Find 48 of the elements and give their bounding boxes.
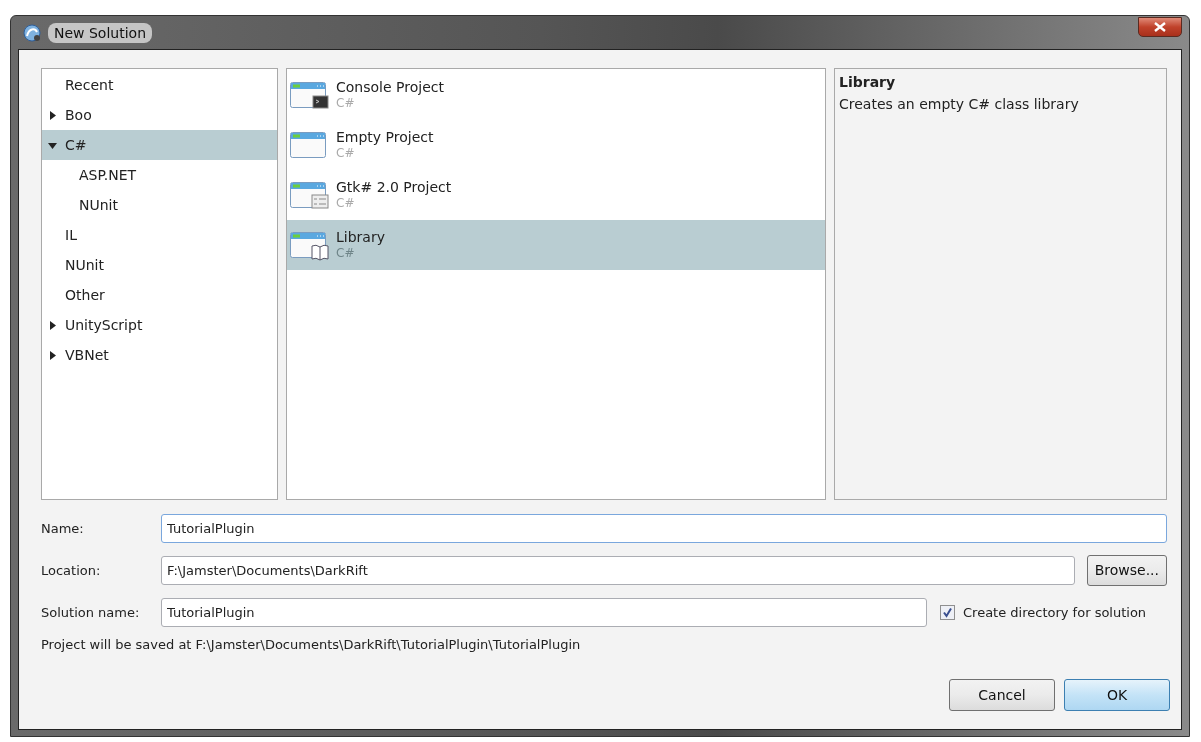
collapsed-triangle-icon[interactable] — [48, 110, 57, 120]
form-window-icon — [290, 180, 329, 211]
collapsed-triangle-icon[interactable] — [48, 350, 57, 360]
field-label: Solution name: — [41, 604, 141, 620]
template-item[interactable]: Gtk# 2.0 Project C# — [287, 170, 825, 220]
template-language: C# — [336, 96, 356, 111]
template-language: C# — [336, 246, 356, 261]
app-icon — [22, 22, 42, 43]
tree-item[interactable]: NUnit — [42, 190, 277, 220]
template-language: C# — [336, 146, 356, 161]
dialog-button[interactable]: Cancel — [949, 679, 1055, 711]
tree-item[interactable]: Other — [42, 280, 277, 310]
close-button[interactable] — [1138, 16, 1182, 37]
tree-item[interactable]: IL — [42, 220, 277, 250]
browse-button[interactable]: Browse... — [1086, 554, 1167, 586]
template-name: Empty Project — [336, 129, 434, 146]
template-item[interactable]: Console Project C# — [287, 70, 825, 120]
input-field[interactable]: F:\Jamster\Documents\DarkRift — [161, 555, 1075, 585]
blank-window-icon — [290, 130, 329, 161]
tree-item[interactable]: UnityScript — [42, 310, 277, 340]
tree-item[interactable]: ASP.NET — [42, 160, 277, 190]
create-directory-checkbox[interactable]: Create directory for solution — [940, 604, 1147, 620]
field-label: Location: — [41, 562, 102, 578]
description-title: Library — [839, 74, 897, 90]
tree-item[interactable]: C# — [42, 130, 277, 160]
tree-item[interactable]: Recent — [42, 70, 277, 100]
window-title: New Solution — [48, 22, 153, 43]
template-item[interactable]: Empty Project C# — [287, 120, 825, 170]
save-path-text: Project will be saved at F:\Jamster\Documents\DarkRift\TutorialPlugin\TutorialPlugin — [41, 637, 582, 652]
console-window-icon — [290, 80, 329, 111]
template-item[interactable]: Library C# — [287, 220, 825, 270]
collapsed-triangle-icon[interactable] — [48, 320, 57, 330]
description-text: Creates an empty C# class library — [839, 96, 1079, 112]
checkmark-icon — [942, 606, 953, 618]
expanded-triangle-icon[interactable] — [48, 140, 57, 150]
window-with-book-icon — [290, 230, 329, 261]
input-field[interactable]: TutorialPlugin — [161, 513, 1167, 543]
template-name: Gtk# 2.0 Project — [336, 179, 452, 196]
tree-item[interactable]: Boo — [42, 100, 277, 130]
tree-item[interactable]: NUnit — [42, 250, 277, 280]
input-field[interactable]: TutorialPlugin — [161, 597, 927, 627]
template-name: Console Project — [336, 79, 444, 96]
template-name: Library — [336, 229, 385, 246]
dialog-button[interactable]: OK — [1064, 679, 1170, 711]
template-language: C# — [336, 196, 356, 211]
close-icon — [1154, 21, 1166, 32]
tree-item[interactable]: VBNet — [42, 340, 277, 370]
field-label: Name: — [41, 520, 85, 536]
